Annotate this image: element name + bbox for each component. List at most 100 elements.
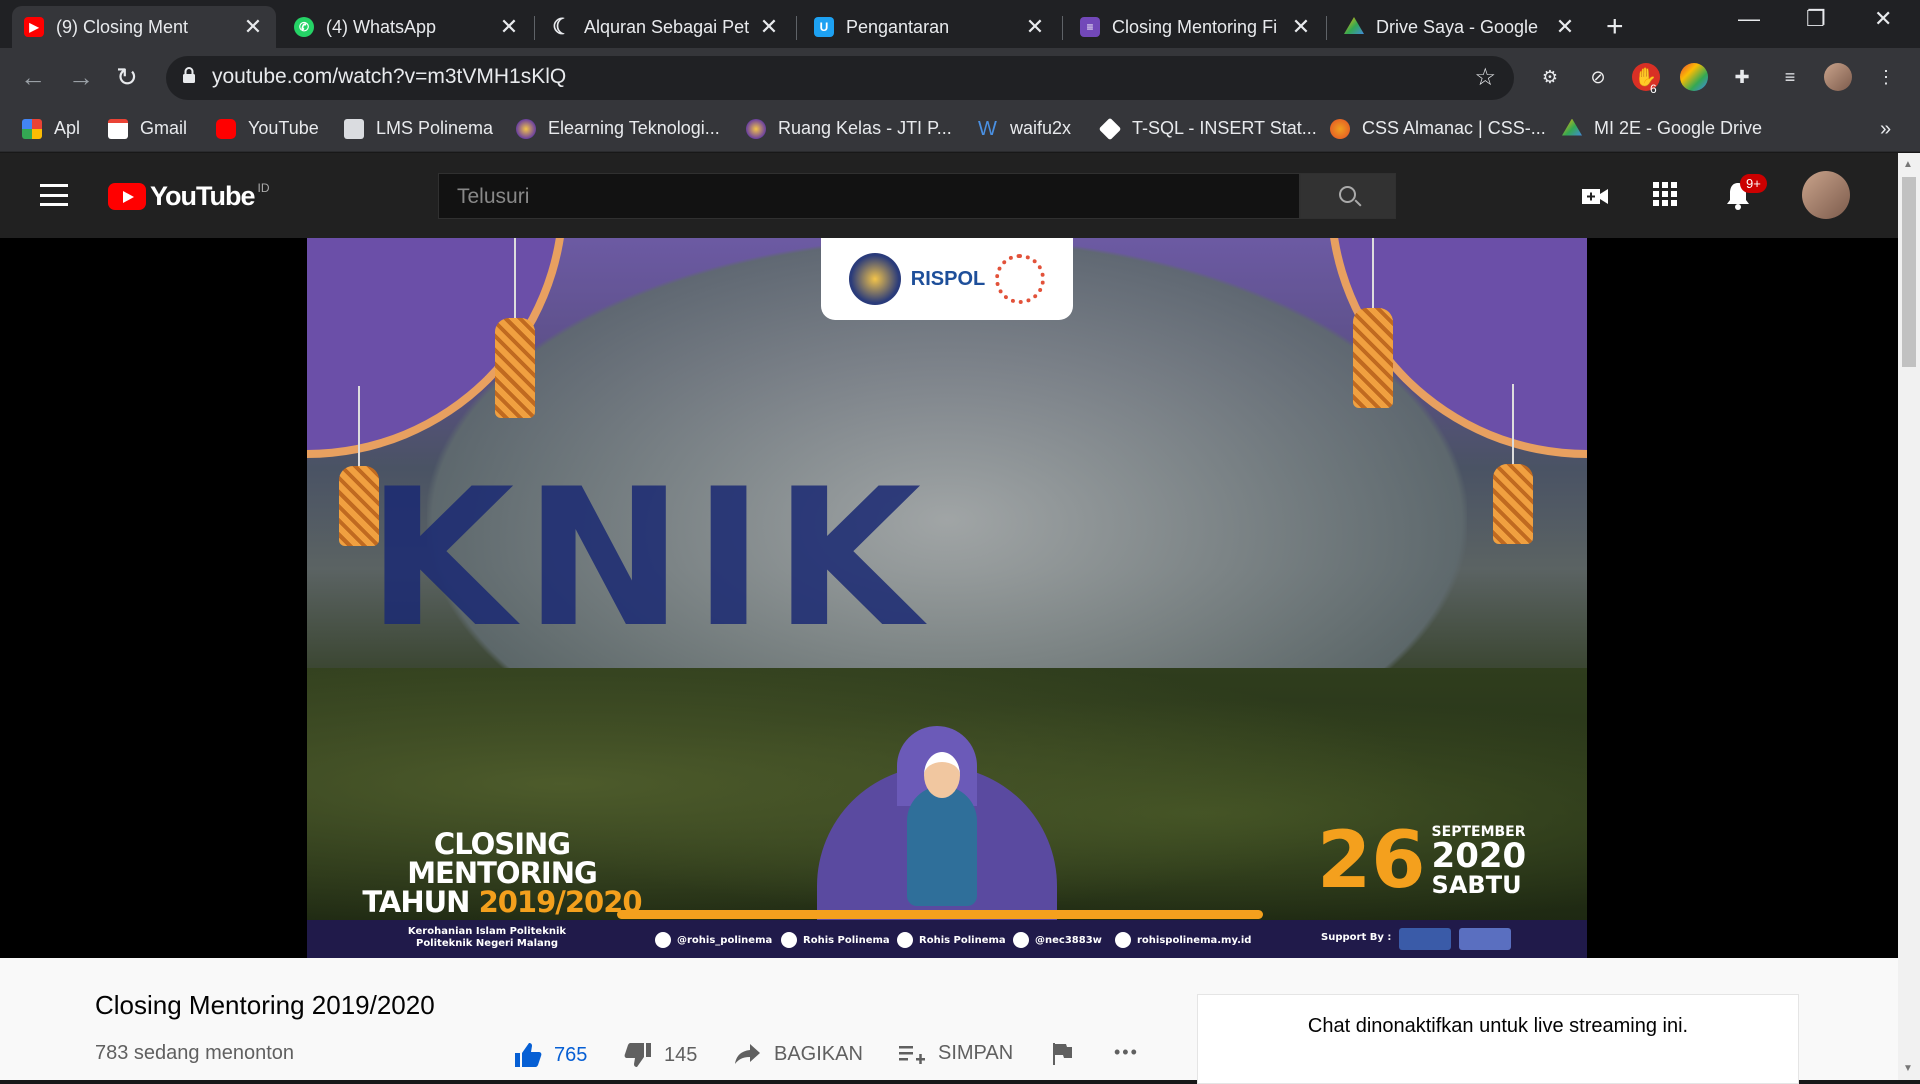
bookmark-label: Gmail	[140, 118, 188, 138]
support-logo	[1459, 928, 1511, 950]
tab-drive[interactable]: Drive Saya - Google ✕	[1332, 6, 1588, 48]
bookmark-lms-polinema[interactable]: LMS Polinema	[344, 118, 493, 139]
video-player[interactable]: KNIK NEGERI RISPOL CLOSING MENTORING TAH…	[0, 238, 1898, 958]
bookmark-waifu2x[interactable]: W waifu2x	[978, 118, 1071, 139]
bookmark-gmail[interactable]: Gmail	[108, 118, 187, 139]
event-logo	[995, 254, 1046, 304]
minimize-icon[interactable]: —	[1738, 6, 1760, 32]
user-avatar[interactable]	[1802, 171, 1850, 219]
create-video-icon[interactable]	[1580, 181, 1610, 211]
restore-icon[interactable]: ❐	[1806, 6, 1826, 32]
youtube-header: YouTube ID Telusuri 9+	[0, 153, 1898, 238]
lock-icon	[183, 67, 195, 83]
back-icon[interactable]: ←	[20, 62, 46, 93]
share-icon	[735, 1044, 760, 1064]
bookmark-ruang-kelas[interactable]: Ruang Kelas - JTI P...	[746, 118, 952, 139]
search-input[interactable]: Telusuri	[438, 173, 1300, 219]
scroll-up-icon[interactable]: ▲	[1903, 159, 1913, 170]
page-scrollbar[interactable]: ▲ ▼	[1898, 153, 1920, 1080]
lantern-icon	[1493, 384, 1533, 544]
reload-icon[interactable]: ↻	[116, 62, 138, 93]
overlay-weekday: SABTU	[1431, 871, 1522, 899]
live-viewer-count: 783 sedang menonton	[95, 1042, 295, 1064]
tab-close-icon[interactable]: ✕	[242, 14, 264, 40]
address-bar[interactable]: youtube.com/watch?v=m3tVMH1sKlQ ☆	[166, 56, 1514, 100]
tab-title: Pengantaran	[846, 16, 950, 37]
scrollbar-thumb[interactable]	[1902, 177, 1916, 367]
social-handle: @rohis_polinema	[677, 934, 773, 946]
save-button[interactable]: SIMPAN	[898, 1042, 1013, 1065]
overlay-date: 26 SEPTEMBER 2020 SABTU	[1317, 816, 1526, 906]
bookmark-css-almanac[interactable]: CSS Almanac | CSS-...	[1330, 118, 1546, 139]
bookmark-youtube[interactable]: YouTube	[216, 118, 319, 139]
bookmark-star-icon[interactable]: ☆	[1474, 63, 1496, 92]
w-icon: W	[978, 117, 997, 140]
new-tab-button[interactable]: +	[1606, 10, 1624, 44]
tab-whatsapp[interactable]: ✆ (4) WhatsApp ✕	[282, 6, 532, 48]
share-label: BAGIKAN	[774, 1042, 863, 1065]
social-handle: Rohis Polinema	[803, 934, 890, 946]
social-line: @nec3883w	[1013, 932, 1102, 948]
like-button[interactable]: 765	[514, 1042, 587, 1068]
tab-alquran[interactable]: ☾ Alquran Sebagai Pet ✕	[540, 6, 792, 48]
bookmark-tsql[interactable]: T-SQL - INSERT Stat...	[1098, 117, 1317, 140]
browser-toolbar: ← → ↻ youtube.com/watch?v=m3tVMH1sKlQ ☆ …	[0, 48, 1920, 108]
line-icon	[1013, 932, 1029, 948]
overlay-title: CLOSING MENTORING TAHUN 2019/2020	[337, 830, 667, 917]
close-window-icon[interactable]: ✕	[1874, 6, 1892, 32]
bookmarks-overflow-button[interactable]: »	[1880, 118, 1891, 141]
social-handle: rohispolinema.my.id	[1137, 934, 1252, 946]
reading-person-illustration	[907, 752, 977, 906]
scroll-down-icon[interactable]: ▼	[1903, 1063, 1913, 1074]
bookmark-label: YouTube	[248, 118, 319, 138]
tab-close-icon[interactable]: ✕	[1024, 14, 1046, 40]
tab-close-icon[interactable]: ✕	[1290, 14, 1312, 40]
country-code: ID	[257, 181, 270, 195]
apps-grid-icon[interactable]	[1652, 181, 1678, 207]
video-frame[interactable]: KNIK NEGERI RISPOL CLOSING MENTORING TAH…	[307, 238, 1587, 958]
gear-extension-icon[interactable]: ⚙	[1536, 63, 1564, 91]
bookmarks-bar: Apl Gmail YouTube LMS Polinema Elearning…	[0, 108, 1920, 152]
playlist-add-icon	[899, 1045, 925, 1064]
forward-icon[interactable]: →	[68, 62, 94, 93]
share-button[interactable]: BAGIKAN	[734, 1042, 863, 1066]
puzzle-extensions-icon[interactable]: ✚	[1728, 63, 1756, 91]
social-handle: Rohis Polinema	[919, 934, 1006, 946]
block-extension-icon[interactable]: ⊘	[1584, 63, 1612, 91]
menu-dots-icon[interactable]: ⋮	[1872, 63, 1900, 91]
globe-icon	[1115, 932, 1131, 948]
tab-title: Closing Mentoring Fi	[1112, 16, 1278, 37]
colorful-extension-icon[interactable]	[1680, 63, 1708, 91]
hamburger-menu-icon[interactable]	[40, 184, 68, 206]
thumbs-down-icon	[624, 1043, 651, 1067]
social-facebook: Rohis Polinema	[781, 932, 890, 948]
bookmark-apps[interactable]: Apl	[22, 118, 80, 139]
tab-close-icon[interactable]: ✕	[1554, 14, 1576, 40]
url-text: youtube.com/watch?v=m3tVMH1sKlQ	[212, 65, 567, 88]
report-button[interactable]	[1050, 1042, 1074, 1066]
tab-pengantaran[interactable]: U Pengantaran ✕	[802, 6, 1058, 48]
video-title: Closing Mentoring 2019/2020	[95, 990, 435, 1020]
tab-title: (4) WhatsApp	[326, 16, 437, 37]
overlay-day: 26	[1317, 816, 1426, 906]
tab-youtube[interactable]: ▶ (9) Closing Ment ✕	[12, 6, 276, 48]
tab-forms[interactable]: ≡ Closing Mentoring Fi ✕	[1068, 6, 1324, 48]
dislike-button[interactable]: 145	[624, 1042, 697, 1068]
more-actions-button[interactable]: •••	[1114, 1042, 1139, 1063]
media-queue-icon[interactable]: ≡	[1776, 63, 1804, 91]
overlay-date-side: SEPTEMBER 2020 SABTU	[1432, 825, 1527, 897]
polinema-logo	[848, 253, 901, 305]
search-button[interactable]	[1300, 173, 1396, 219]
bookmark-elearning[interactable]: Elearning Teknologi...	[516, 118, 720, 139]
tab-close-icon[interactable]: ✕	[758, 14, 780, 40]
youtube-logo[interactable]: YouTube ID	[108, 181, 269, 212]
sponsor-logos: RISPOL	[821, 238, 1073, 320]
bookmark-label: MI 2E - Google Drive	[1594, 118, 1763, 138]
facebook-icon	[781, 932, 797, 948]
drive-icon	[1562, 118, 1582, 136]
profile-avatar[interactable]	[1824, 63, 1852, 91]
bookmark-mi2e-drive[interactable]: MI 2E - Google Drive	[1562, 118, 1762, 139]
tab-close-icon[interactable]: ✕	[498, 14, 520, 40]
lms-icon	[344, 118, 364, 139]
video-info-area: Closing Mentoring 2019/2020 783 sedang m…	[0, 958, 1898, 1084]
